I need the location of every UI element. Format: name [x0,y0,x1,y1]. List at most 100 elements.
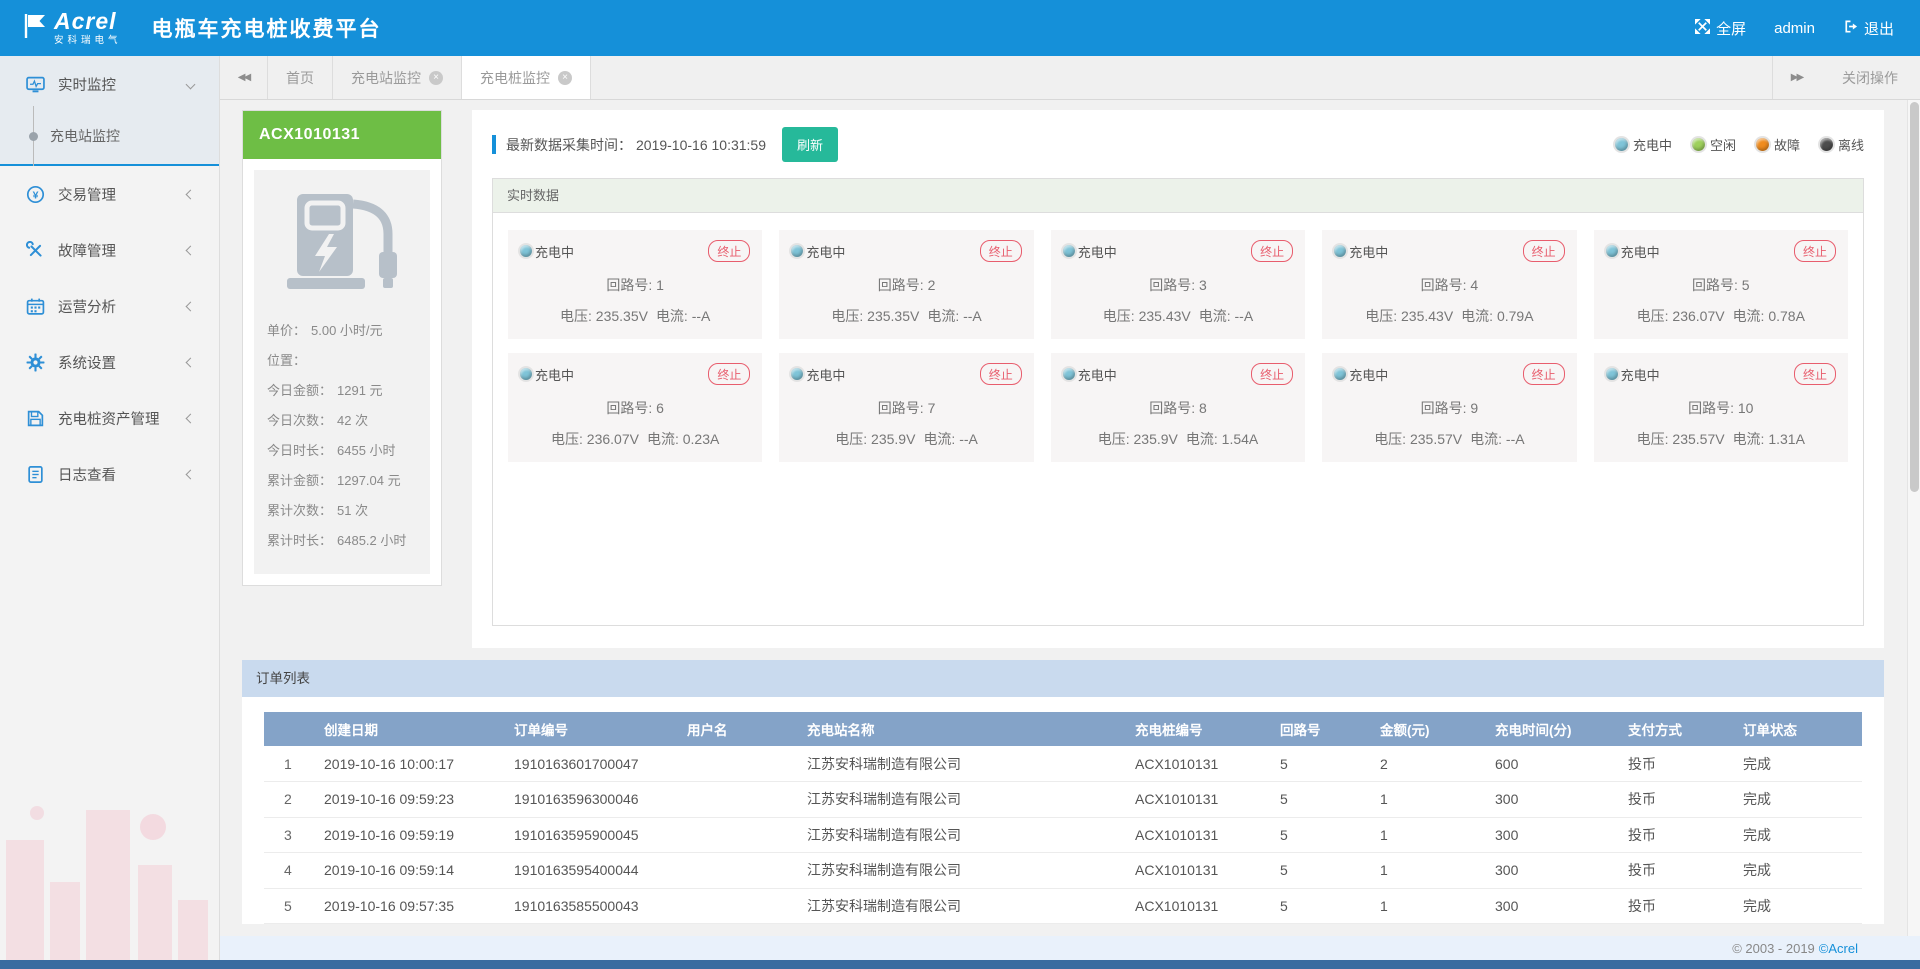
table-cell [679,746,799,782]
legend-label: 充电中 [1633,135,1672,154]
table-cell: 2019-10-16 09:59:23 [316,782,506,818]
tab-pile-monitor[interactable]: 充电桩监控× [462,56,591,99]
refresh-button[interactable]: 刷新 [782,127,838,162]
table-cell: 5 [1272,817,1372,853]
channel-status: 充电中 [806,242,845,261]
tabs-scroll-left-button[interactable]: ◀◀ [220,56,268,99]
channel-card-7: 充电中终止回路号: 7电压: 235.9V电流: --A [779,353,1033,462]
stat-value: 1297.04 元 [337,473,401,488]
column-header: 用户名 [679,712,799,746]
tab-close-icon[interactable]: × [429,71,443,85]
sidebar-item-system-settings[interactable]: 系统设置 [0,334,219,390]
terminate-button[interactable]: 终止 [1794,240,1836,262]
device-id: ACX1010131 [243,111,441,159]
voltage-value: 电压: 235.35V [560,308,648,324]
sidebar-item-transaction-mgmt[interactable]: ¥交易管理 [0,166,219,222]
current-value: 电流: 0.23A [647,431,719,447]
table-cell: 完成 [1735,746,1862,782]
table-cell: 1910163595400044 [506,853,679,889]
vertical-scrollbar[interactable] [1907,100,1920,936]
terminate-button[interactable]: 终止 [1523,240,1565,262]
terminate-button[interactable]: 终止 [980,240,1022,262]
table-cell: 1 [1372,817,1487,853]
device-stat: 累计时长：6485.2 小时 [267,530,417,549]
main-content: ACX1010131 [220,100,1920,936]
table-row: 52019-10-16 09:57:351910163585500043江苏安科… [264,888,1862,924]
table-cell: 2019-10-16 09:59:14 [316,853,506,889]
sidebar-item-label: 充电桩资产管理 [58,408,160,429]
status-legend: 充电中空闲故障离线 [1615,135,1864,154]
table-cell: 江苏安科瑞制造有限公司 [799,817,1127,853]
column-header: 支付方式 [1620,712,1735,746]
brand-link[interactable]: ©Acrel [1819,941,1858,956]
fullscreen-label: 全屏 [1716,18,1746,39]
monitor-icon [26,75,45,94]
current-value: 电流: 0.78A [1733,308,1805,324]
voltage-value: 电压: 235.35V [831,308,919,324]
chevron-left-icon [186,469,196,479]
table-cell: 投币 [1620,817,1735,853]
channel-values: 电压: 235.9V电流: --A [791,429,1021,449]
acrel-logo: Acrel 安科瑞电气 [22,10,122,46]
channel-values: 电压: 236.07V电流: 0.78A [1606,306,1836,326]
table-cell: 1910163595900045 [506,817,679,853]
tab-station-monitor[interactable]: 充电站监控× [333,56,462,99]
tab-home[interactable]: 首页 [268,56,333,99]
logout-icon [1843,19,1858,38]
sidebar-item-fault-mgmt[interactable]: 故障管理 [0,222,219,278]
terminate-button[interactable]: 终止 [1523,363,1565,385]
sidebar-group-system-settings: 系统设置 [0,334,219,390]
table-row: 22019-10-16 09:59:231910163596300046江苏安科… [264,782,1862,818]
scrollbar-thumb[interactable] [1910,102,1919,492]
table-cell: 投币 [1620,746,1735,782]
device-stat: 累计次数：51 次 [267,500,417,519]
sidebar-item-pile-assets[interactable]: 充电桩资产管理 [0,390,219,446]
terminate-button[interactable]: 终止 [1251,240,1293,262]
table-cell [679,853,799,889]
voltage-value: 电压: 235.9V [835,431,915,447]
tabs-scroll-right-button[interactable]: ▶▶ [1772,56,1820,99]
sidebar-item-log-view[interactable]: 日志查看 [0,446,219,502]
tab-close-icon[interactable]: × [558,71,572,85]
orders-title: 订单列表 [242,660,1884,697]
logout-button[interactable]: 退出 [1843,18,1894,39]
stat-label: 今日时长： [267,443,332,458]
sidebar-item-realtime-monitor[interactable]: 实时监控 [0,56,219,112]
terminate-button[interactable]: 终止 [1794,363,1836,385]
table-cell [679,888,799,924]
sidebar-subitem-station-monitor[interactable]: 充电站监控 [0,112,219,160]
table-cell: 投币 [1620,888,1735,924]
yen-circle-icon: ¥ [26,185,45,204]
terminate-button[interactable]: 终止 [708,363,750,385]
channel-card-10: 充电中终止回路号: 10电压: 235.57V电流: 1.31A [1594,353,1848,462]
channel-values: 电压: 235.43V电流: 0.79A [1334,306,1564,326]
terminate-button[interactable]: 终止 [708,240,750,262]
column-header: 充电桩编号 [1127,712,1272,746]
legend-charging: 充电中 [1615,135,1672,154]
channel-status: 充电中 [806,365,845,384]
chevron-left-icon [186,357,196,367]
status-orb-icon [1606,245,1618,257]
monitor-panel: 最新数据采集时间：2019-10-16 10:31:59 刷新 充电中空闲故障离… [472,110,1884,648]
user-menu[interactable]: admin [1774,20,1815,37]
channel-values: 电压: 235.9V电流: 1.54A [1063,429,1293,449]
charging-pile-icon [254,190,430,302]
realtime-data-box: 实时数据 充电中终止回路号: 1电压: 235.35V电流: --A充电中终止回… [492,178,1864,626]
stat-label: 累计金额： [267,473,332,488]
app-window: Acrel 安科瑞电气 电瓶车充电桩收费平台 全屏 admin 退出 [0,0,1920,969]
current-value: 电流: 1.31A [1733,431,1805,447]
tab-label: 首页 [286,68,314,88]
sidebar-item-operation-analysis[interactable]: 运营分析 [0,278,219,334]
table-cell: ACX1010131 [1127,853,1272,889]
terminate-button[interactable]: 终止 [1251,363,1293,385]
chevron-left-icon [186,245,196,255]
terminate-button[interactable]: 终止 [980,363,1022,385]
channel-card-5: 充电中终止回路号: 5电压: 236.07V电流: 0.78A [1594,230,1848,339]
stat-value: 5.00 小时/元 [311,323,383,338]
orders-table-header-row: 创建日期订单编号用户名充电站名称充电桩编号回路号金额(元)充电时间(分)支付方式… [264,712,1862,746]
close-operations-button[interactable]: 关闭操作 [1820,56,1920,99]
sidebar-item-label: 日志查看 [58,464,116,485]
fullscreen-button[interactable]: 全屏 [1695,18,1746,39]
column-header: 订单编号 [506,712,679,746]
column-header [264,712,316,746]
